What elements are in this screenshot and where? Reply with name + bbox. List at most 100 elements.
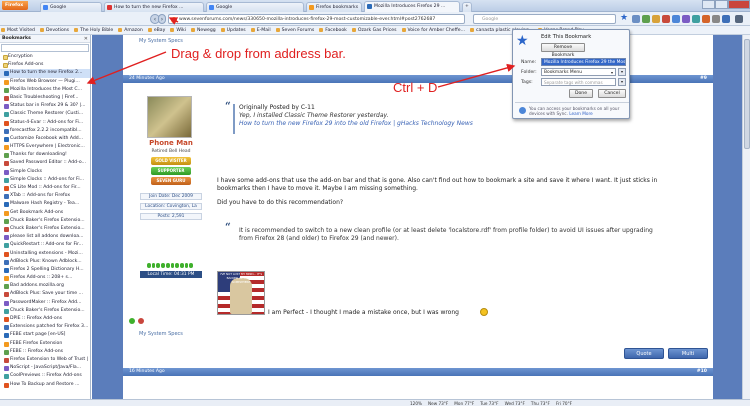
sidebar-bookmark[interactable]: Get Bookmark Add-ons (0, 209, 90, 217)
sidebar-bookmark[interactable]: Bad addons.mozilla.org (0, 282, 90, 290)
tab-firefox-bookmarks[interactable]: Firefox bookmarks (306, 2, 362, 12)
sidebar-bookmark[interactable]: Status bar in Firefox 29 & 30? |... (0, 102, 90, 110)
bookmark-toolbar-item[interactable]: Devotions (39, 26, 73, 33)
bookmark-toolbar-item[interactable]: Amazon (117, 26, 147, 33)
addon-icon[interactable] (672, 15, 680, 23)
sidebar-bookmark[interactable]: How to turn the new Firefox 2... (0, 69, 90, 78)
avatar[interactable] (147, 96, 192, 138)
remove-bookmark-button[interactable]: Remove Bookmark (541, 43, 585, 58)
sidebar-bookmark[interactable]: Malware Hash Registry - Tea... (0, 200, 90, 208)
sidebar-bookmark[interactable]: Status-4-Evar :: Add-ons for Fi... (0, 119, 90, 127)
bookmark-toolbar-item[interactable]: Updates (220, 26, 250, 33)
tags-input[interactable]: Separate tags with commas (541, 78, 616, 86)
multi-quote-button[interactable]: Multi (668, 348, 708, 359)
firefox-menu-button[interactable]: Firefox (2, 1, 28, 10)
tab-ghacks[interactable]: How to turn the new Firefox ... (104, 2, 204, 12)
close-icon[interactable]: ✕ (84, 36, 88, 42)
sidebar-bookmark[interactable]: Simple Clocks :: Add-ons for Fi... (0, 176, 90, 184)
sidebar-bookmark[interactable]: PasswordMaker :: Firefox Add... (0, 299, 90, 307)
sidebar-bookmark[interactable]: Thanks for downloading! (0, 151, 90, 159)
post-number[interactable]: #10 (697, 369, 707, 374)
addon-icon[interactable] (662, 15, 670, 23)
site-identity-icon[interactable] (171, 17, 177, 23)
sidebar-bookmark[interactable]: Simple Clocks (0, 168, 90, 176)
address-bar[interactable]: www.sevenforums.com/news/330650-mozilla-… (168, 14, 465, 24)
sidebar-bookmark[interactable]: DPIE :: Firefox Add-ons (0, 315, 90, 323)
sidebar-bookmark[interactable]: Chuck Baker's Firefox Extensio... (0, 307, 90, 315)
sidebar-bookmark[interactable]: Firefox Web Browser — Plugi... (0, 78, 90, 86)
sidebar-bookmark[interactable]: QuickRestart :: Add-ons for Fir... (0, 241, 90, 249)
bookmark-toolbar-item[interactable]: Newegg (190, 26, 220, 33)
sidebar-bookmark[interactable]: FEBE Firefox Extension (0, 340, 90, 348)
new-tab-button[interactable]: + (462, 2, 472, 12)
done-button[interactable]: Done (569, 89, 593, 98)
sidebar-bookmark[interactable]: FEBE :: Firefox Add-ons (0, 348, 90, 356)
tab-google-1[interactable]: Google (40, 2, 102, 12)
sidebar-bookmark[interactable]: CoolPreviews :: Firefox Add-ons (0, 372, 90, 380)
bookmark-toolbar-item[interactable]: Seven Forums (275, 26, 319, 33)
my-system-specs-link[interactable]: My System Specs (139, 38, 183, 44)
bookmark-toolbar-item[interactable]: Ozark Gas Prices (351, 26, 401, 33)
learn-more-link[interactable]: Learn More (569, 111, 592, 116)
addon-icon[interactable] (702, 15, 710, 23)
sidebar-bookmark[interactable]: forecastfox 2.2.2 incompatibl... (0, 127, 90, 135)
sidebar-bookmark[interactable]: Chuck Baker's Firefox Extensio... (0, 225, 90, 233)
folder-expand-button[interactable]: ▾ (618, 68, 626, 76)
sidebar-bookmark[interactable]: HTTPS Everywhere | Electronic... (0, 143, 90, 151)
bookmark-toolbar-item[interactable]: Most Visited (0, 26, 39, 33)
report-icon[interactable] (138, 318, 144, 324)
scrollbar-thumb[interactable] (744, 39, 750, 149)
hamburger-menu-icon[interactable] (735, 15, 743, 23)
sidebar-bookmark[interactable]: XTab :: Add-ons for Firefox (0, 192, 90, 200)
bookmark-toolbar-item[interactable]: E-Mail (250, 26, 275, 33)
addon-icon[interactable] (682, 15, 690, 23)
bookmark-star-icon[interactable]: ★ (620, 14, 629, 23)
sidebar-bookmark[interactable]: Saved Password Editor :: Add-o... (0, 159, 90, 167)
home-icon[interactable] (652, 15, 660, 23)
downloads-icon[interactable] (642, 15, 650, 23)
sidebar-bookmark[interactable]: FEBE start page [en-US] (0, 331, 90, 339)
sidebar-bookmark[interactable]: please list all addons downloa... (0, 233, 90, 241)
addon-icon[interactable] (692, 15, 700, 23)
sidebar-bookmark[interactable]: Uninstalling extensions - Mozi... (0, 250, 90, 258)
tab-sevenforums[interactable]: Mozilla Introduces Firefox 29 ... (364, 1, 460, 12)
bookmarks-menu-icon[interactable] (632, 15, 640, 23)
bookmark-toolbar-item[interactable]: Facebook (318, 26, 351, 33)
bookmark-toolbar-item[interactable]: The Holy Bible (73, 26, 117, 33)
bookmark-name-field[interactable]: Mozilla Introduces Firefox 29 the Most C (541, 58, 626, 66)
username[interactable]: Phone Man (140, 139, 202, 147)
sidebar-bookmark[interactable]: AdBlock Plus: Save your time ... (0, 290, 90, 298)
sidebar-bookmark[interactable]: Customize Facebook with Add... (0, 135, 90, 143)
sidebar-bookmark[interactable]: Mozilla Introduces the Most C... (0, 86, 90, 94)
addon-icon[interactable] (722, 15, 730, 23)
close-window-button[interactable] (728, 0, 750, 9)
search-input[interactable]: Google (473, 14, 616, 24)
quote-button[interactable]: Quote (624, 348, 664, 359)
post-number[interactable]: #9 (700, 76, 707, 81)
bookmark-toolbar-item[interactable]: eBay (147, 26, 170, 33)
sidebar-folder[interactable]: Firefox Add-ons (0, 61, 90, 69)
sidebar-bookmark[interactable]: Chuck Baker's Firefox Extensio... (0, 217, 90, 225)
sidebar-bookmark[interactable]: CS Lite Mod :: Add-ons for Fir... (0, 184, 90, 192)
bookmark-toolbar-item[interactable]: Voice for Amber Cheffe... (401, 26, 470, 33)
sidebar-bookmark[interactable]: Classic Theme Restorer (Custi... (0, 110, 90, 118)
minimize-button[interactable] (702, 0, 715, 9)
maximize-button[interactable] (715, 0, 728, 9)
addon-icon[interactable] (712, 15, 720, 23)
quote-link[interactable]: How to turn the new Firefox 29 into the … (239, 120, 473, 127)
tags-expand-button[interactable]: ▾ (618, 78, 626, 86)
sidebar-bookmark[interactable]: Firefox Extension to Web of Trust | W... (0, 356, 90, 364)
tab-google-2[interactable]: Google (206, 2, 304, 12)
sidebar-bookmark[interactable]: How To Backup and Restore ... (0, 381, 90, 389)
sidebar-bookmark[interactable]: Basic Troubleshooting | Firef... (0, 94, 90, 102)
sidebar-folder[interactable]: Encryption (0, 53, 90, 61)
sidebar-bookmark[interactable]: Firefox Add-ons :: 208+ s... (0, 274, 90, 282)
my-system-specs-link[interactable]: My System Specs (139, 331, 183, 337)
scrollbar[interactable] (742, 35, 750, 399)
sidebar-bookmark[interactable]: AdBlock Plus: Known Adblock... (0, 258, 90, 266)
cancel-button[interactable]: Cancel (598, 89, 626, 98)
forward-button[interactable]: › (158, 14, 166, 24)
bookmark-toolbar-item[interactable]: Wiki (169, 26, 190, 33)
sidebar-search-input[interactable] (1, 44, 89, 52)
sidebar-bookmark[interactable]: NoScript - JavaScript/Java/Fla... (0, 364, 90, 372)
